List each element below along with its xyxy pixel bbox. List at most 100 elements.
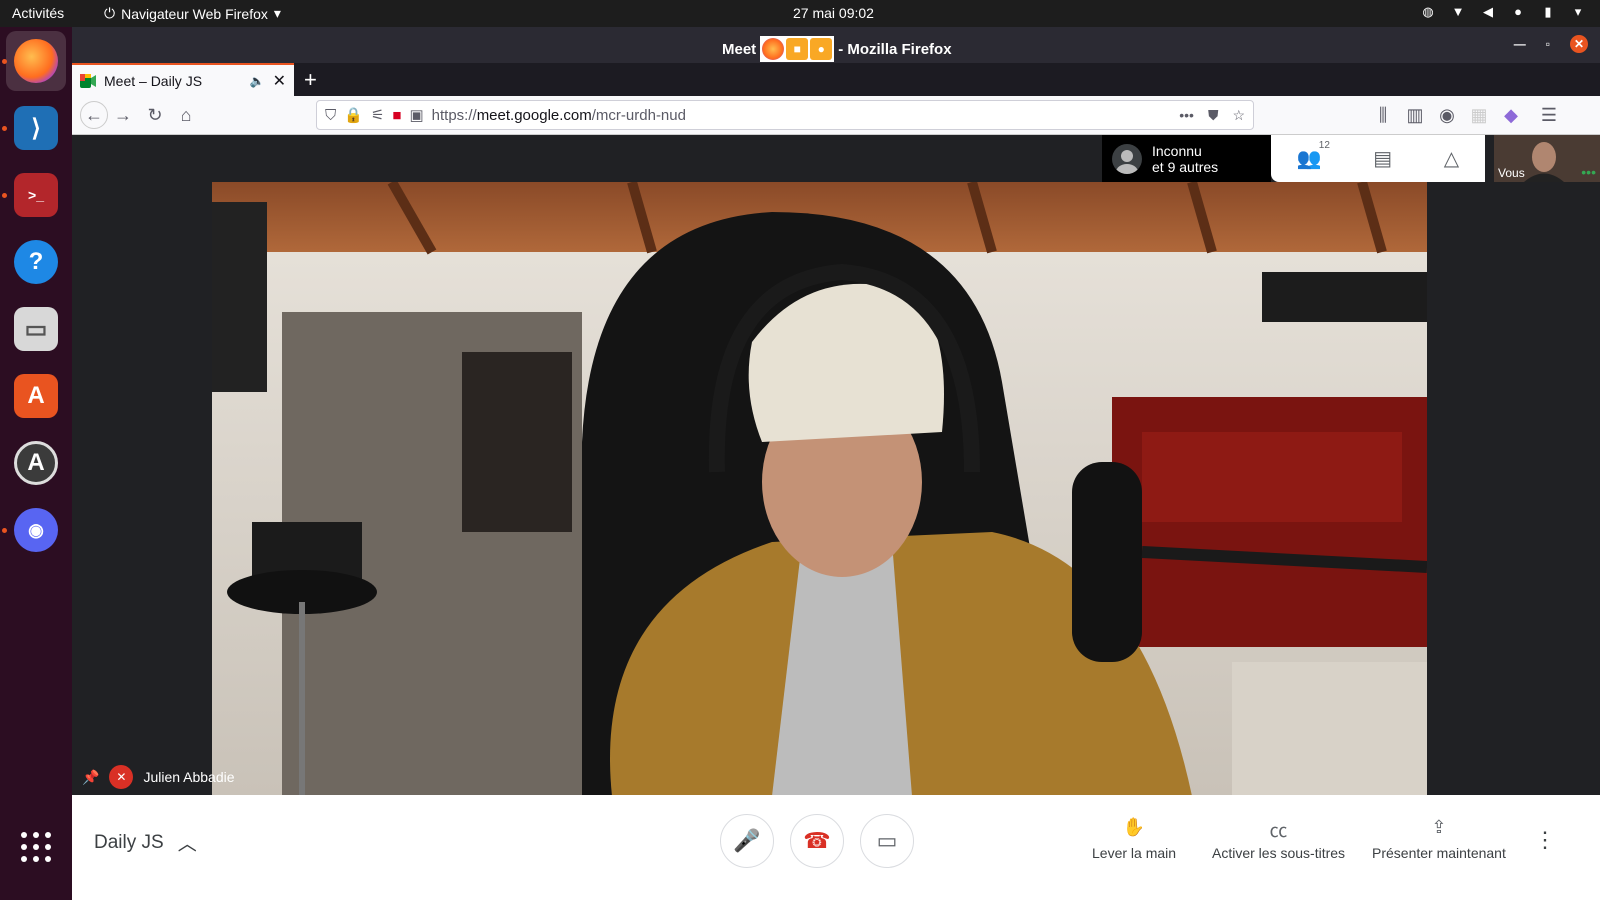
window-titlebar[interactable]: Meet ■ ● - Mozilla Firefox — ▫ ✕ — [72, 27, 1600, 63]
speaker-video[interactable] — [212, 182, 1427, 796]
page-actions-icon[interactable]: ••• — [1179, 107, 1194, 124]
close-tab-icon[interactable]: ✕ — [273, 71, 286, 91]
maximize-icon[interactable]: ▫ — [1546, 37, 1550, 51]
extension-icon[interactable]: ▦ — [1468, 104, 1490, 126]
sidebar-icon[interactable]: ▥ — [1404, 104, 1426, 126]
back-button[interactable]: ← — [80, 101, 108, 129]
forward-button[interactable]: → — [112, 104, 134, 126]
camera-button[interactable]: ▭ — [860, 814, 914, 868]
self-view[interactable]: Vous ••• — [1494, 135, 1600, 182]
battery-icon[interactable]: ▮ — [1540, 4, 1556, 20]
chevron-down-icon: ▾ — [273, 5, 281, 21]
captions-button[interactable]: ㏄ Activer les sous-titres — [1212, 817, 1345, 861]
volume-icon[interactable]: ◀ — [1480, 4, 1496, 20]
dock-files[interactable]: ▭ — [6, 299, 66, 359]
dock-show-apps[interactable] — [6, 817, 66, 877]
raise-hand-button[interactable]: ✋ Lever la main — [1092, 817, 1176, 861]
pin-icon[interactable]: 📌 — [82, 769, 99, 786]
firefox-sharing-icon — [762, 38, 785, 60]
clock[interactable]: 27 mai 09:02 — [793, 5, 874, 21]
reload-button[interactable]: ↻ — [144, 104, 166, 126]
url-bar[interactable]: ⛉ 🔒 ⚟ ■ ▣ https://meet.google.com/mcr-ur… — [316, 100, 1254, 130]
speaker-name-tag: 📌 ✕ Julien Abbadie — [82, 765, 235, 789]
self-label: Vous — [1498, 166, 1525, 180]
account-icon[interactable]: ◉ — [1436, 104, 1458, 126]
speaker-icon[interactable]: 🔈 — [250, 74, 265, 88]
people-button[interactable]: 👥 12 — [1296, 140, 1330, 171]
url-text[interactable]: https://meet.google.com/mcr-urdh-nud — [432, 107, 686, 124]
help-icon: ? — [14, 240, 58, 284]
participants-count: 12 — [1318, 140, 1330, 151]
dock-firefox[interactable] — [6, 31, 66, 91]
google-meet-icon — [80, 73, 96, 88]
participant-others: et 9 autres — [1152, 158, 1219, 175]
tab-strip: Meet – Daily JS 🔈 ✕ + — [72, 63, 1600, 96]
present-label: Présenter maintenant — [1372, 845, 1506, 861]
window-title-prefix: Meet — [722, 40, 757, 58]
microphone-sharing-icon: ● — [810, 38, 833, 60]
firefox-small-icon: ⏻ — [104, 5, 116, 21]
gnome-top-bar: Activités ⏻ Navigateur Web Firefox ▾ 27 … — [0, 0, 1600, 27]
wifi-icon[interactable]: ▼ — [1450, 4, 1466, 20]
meet-top-actions: 👥 12 ▤ △ — [1271, 135, 1485, 182]
software-updater-icon: A — [14, 441, 58, 485]
system-tray[interactable]: ◍ ▼ ◀ ● ▮ ▾ — [1420, 4, 1586, 20]
new-tab-button[interactable]: + — [304, 67, 317, 93]
app-menu-label: Navigateur Web Firefox — [121, 5, 268, 22]
tracking-shield-icon[interactable]: ⛉ — [325, 107, 336, 124]
participant-info[interactable]: Inconnu et 9 autres — [1102, 135, 1271, 182]
dock-software[interactable]: A — [6, 366, 66, 426]
discord-tray-icon[interactable]: ◍ — [1420, 4, 1436, 20]
camera-sharing-icon: ■ — [786, 38, 809, 60]
chat-icon[interactable]: ▤ — [1373, 146, 1392, 171]
meeting-name: Daily JS — [94, 831, 164, 853]
microphone-button[interactable]: 🎤 — [720, 814, 774, 868]
meet-main: Inconnu et 9 autres 👥 12 ▤ △ Vous ••• 📌 ✕… — [72, 135, 1600, 796]
screen-permission-icon[interactable]: ▣ — [409, 106, 423, 124]
navigation-bar: ← → ↻ ⌂ ⛉ 🔒 ⚟ ■ ▣ https://meet.google.co… — [72, 96, 1600, 135]
sharing-indicator[interactable]: ■ ● — [760, 36, 835, 62]
captions-label: Activer les sous-titres — [1212, 845, 1346, 861]
activities-icon[interactable]: △ — [1444, 146, 1459, 171]
terminal-icon: >_ — [14, 173, 58, 217]
bookmark-star-icon[interactable]: ☆ — [1232, 107, 1245, 124]
close-window-icon[interactable]: ✕ — [1570, 35, 1588, 53]
activities-button[interactable]: Activités — [12, 5, 64, 21]
speaker-video-frame — [212, 182, 1427, 796]
window-title-suffix: - Mozilla Firefox — [838, 40, 952, 58]
chevron-down-icon[interactable]: ▾ — [1570, 4, 1586, 20]
audio-level-icon: ••• — [1581, 164, 1596, 180]
people-icon: 👥 — [1296, 148, 1322, 170]
dock: ⟩ >_ ? ▭ A A ◉ — [0, 27, 72, 900]
dock-help[interactable]: ? — [6, 232, 66, 292]
hamburger-menu-icon[interactable]: ☰ — [1538, 104, 1560, 126]
dock-terminal[interactable]: >_ — [6, 165, 66, 225]
discord-icon: ◉ — [14, 508, 58, 552]
lock-icon[interactable]: 🔒 — [344, 106, 363, 124]
raise-hand-label: Lever la main — [1092, 845, 1177, 861]
tab-meet[interactable]: Meet – Daily JS 🔈 ✕ — [72, 63, 294, 96]
closed-captions-icon: ㏄ — [1269, 821, 1288, 841]
dock-discord[interactable]: ◉ — [6, 500, 66, 560]
present-button[interactable]: ⇪ Présenter maintenant — [1372, 817, 1506, 861]
minimize-icon[interactable]: — — [1514, 37, 1526, 51]
app-menu[interactable]: ⏻ Navigateur Web Firefox ▾ — [104, 5, 281, 22]
hand-icon: ✋ — [1122, 817, 1146, 837]
home-button[interactable]: ⌂ — [175, 104, 197, 126]
end-call-button[interactable]: ☎ — [790, 814, 844, 868]
more-options-icon[interactable]: ⋮ — [1534, 827, 1556, 853]
vscode-icon: ⟩ — [14, 106, 58, 150]
meeting-details-button[interactable]: Daily JS ︿ — [94, 829, 197, 856]
microphone-icon[interactable]: ● — [1510, 4, 1526, 20]
meet-bottom-bar: Daily JS ︿ 🎤 ☎ ▭ ✋ Lever la main ㏄ Activ… — [72, 795, 1600, 900]
dock-vscode[interactable]: ⟩ — [6, 98, 66, 158]
library-icon[interactable]: ⫼ — [1372, 104, 1394, 126]
window-title: Meet ■ ● - Mozilla Firefox — [722, 36, 952, 62]
software-center-icon: A — [14, 374, 58, 418]
permissions-icon[interactable]: ⚟ — [371, 106, 384, 124]
camera-permission-icon[interactable]: ■ — [392, 107, 401, 124]
dock-updater[interactable]: A — [6, 433, 66, 493]
firefox-icon — [14, 39, 58, 83]
pocket-icon[interactable]: ⛊ — [1208, 107, 1219, 124]
extension-fox-icon[interactable]: ◆ — [1500, 104, 1522, 126]
